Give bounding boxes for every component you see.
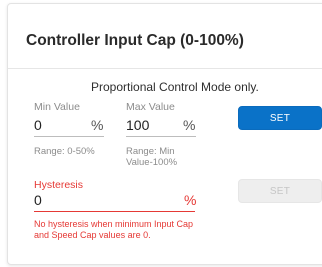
set-hysteresis-button: SET xyxy=(238,179,322,203)
hysteresis-underline xyxy=(34,211,195,212)
min-value-underline xyxy=(34,136,104,137)
set-cap-range-button[interactable]: SET xyxy=(238,106,322,130)
hysteresis-unit: % xyxy=(184,192,197,208)
hysteresis-label: Hysteresis xyxy=(34,179,84,191)
hysteresis-input[interactable]: 0 xyxy=(34,192,42,208)
page: Controller Input Cap (0-100%) Proportion… xyxy=(0,0,322,267)
min-value-unit: % xyxy=(91,117,104,133)
max-value-label: Max Value xyxy=(126,101,175,113)
min-value-input[interactable]: 0 xyxy=(34,117,42,133)
hysteresis-error-message: No hysteresis when minimum Input Cap and… xyxy=(34,219,194,240)
min-value-label: Min Value xyxy=(34,101,80,113)
title-divider xyxy=(8,68,322,69)
max-value-underline xyxy=(126,136,196,137)
max-value-unit: % xyxy=(183,117,196,133)
card-title: Controller Input Cap (0-100%) xyxy=(26,32,244,49)
max-value-input[interactable]: 100 xyxy=(126,117,149,133)
min-value-range-hint: Range: 0-50% xyxy=(34,146,95,157)
max-value-range-hint: Range: Min Value-100% xyxy=(126,146,178,168)
mode-note: Proportional Control Mode only. xyxy=(91,80,259,94)
